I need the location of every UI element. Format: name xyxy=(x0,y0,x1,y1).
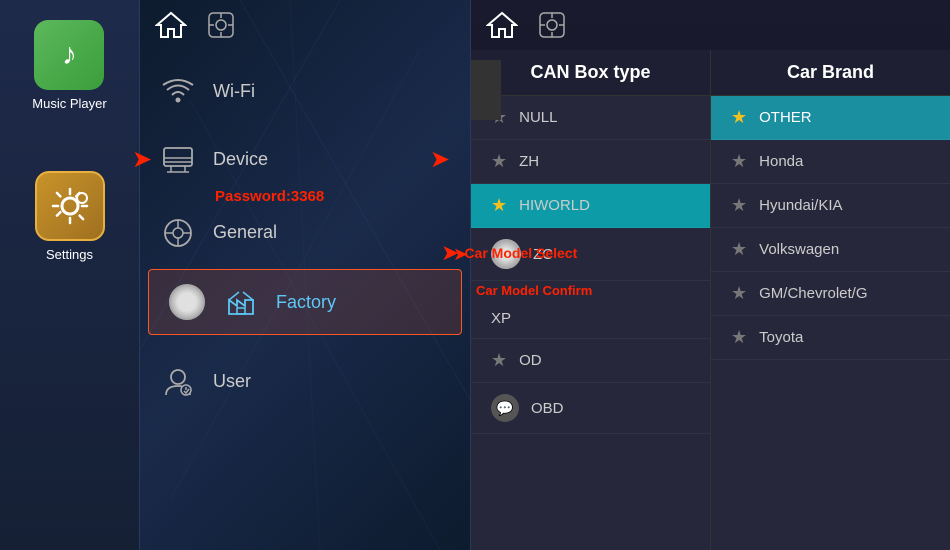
music-player-label: Music Player xyxy=(32,96,106,111)
honda-star-icon: ★ xyxy=(731,151,747,172)
can-item-xp[interactable]: XP xyxy=(471,299,710,339)
car-model-confirm-label: Car Model Confirm xyxy=(476,283,592,298)
can-item-hiworld[interactable]: ★ HIWORLD xyxy=(471,184,710,228)
od-label: OD xyxy=(519,352,542,369)
menu-item-general[interactable]: General xyxy=(140,201,470,264)
null-label: NULL xyxy=(519,109,557,126)
settings-label: Settings xyxy=(46,247,93,262)
home-icon-right[interactable] xyxy=(486,11,518,39)
wifi-label: Wi-Fi xyxy=(213,81,255,102)
music-note-icon: ♪ xyxy=(62,38,77,72)
volkswagen-star-icon: ★ xyxy=(731,239,747,260)
car-brand-item-hyundai[interactable]: ★ Hyundai/KIA xyxy=(711,184,950,228)
sidebar: ♪ Music Player Settings xyxy=(0,0,140,550)
factory-toggle[interactable] xyxy=(169,284,205,320)
can-item-od[interactable]: ★ OD xyxy=(471,339,710,383)
car-brand-item-toyota[interactable]: ★ Toyota xyxy=(711,316,950,360)
car-brand-column: Car Brand ★ OTHER ★ Honda ★ Hyundai/KIA … xyxy=(711,50,950,550)
obd-label: OBD xyxy=(531,400,564,417)
menu-item-user[interactable]: User xyxy=(140,350,470,413)
honda-label: Honda xyxy=(759,153,803,170)
center-content: Wi-Fi ➤ Device ➤ xyxy=(140,0,470,550)
center-panel: Wi-Fi ➤ Device ➤ xyxy=(140,0,470,550)
wifi-icon xyxy=(160,74,195,109)
hiworld-star-icon: ★ xyxy=(491,195,507,216)
device-label: Device xyxy=(213,149,268,170)
menu-list: Wi-Fi ➤ Device ➤ xyxy=(140,50,470,423)
sidebar-item-settings[interactable]: Settings xyxy=(35,171,105,262)
car-brand-item-honda[interactable]: ★ Honda xyxy=(711,140,950,184)
settings-small-icon-right[interactable] xyxy=(538,11,566,39)
settings-small-icon[interactable] xyxy=(207,11,235,39)
can-box-type-header: CAN Box type xyxy=(471,50,710,96)
can-box-type-column: CAN Box type ★ NULL ★ ZH ★ HIWORLD ZC ➤ … xyxy=(471,50,710,550)
device-arrow-icon: ➤ xyxy=(132,145,152,174)
side-placeholder xyxy=(471,60,501,120)
xp-label: XP xyxy=(491,310,511,327)
general-label: General xyxy=(213,222,277,243)
can-item-zh[interactable]: ★ ZH xyxy=(471,140,710,184)
password-label: Password:3368 xyxy=(215,188,324,205)
hyundai-star-icon: ★ xyxy=(731,195,747,216)
user-icon xyxy=(160,364,195,399)
right-panel-header xyxy=(471,0,950,50)
car-model-select-label: Car Model Select xyxy=(464,245,577,261)
factory-label: Factory xyxy=(276,292,336,313)
gm-label: GM/Chevrolet/G xyxy=(759,285,867,302)
other-star-icon: ★ xyxy=(731,107,747,128)
general-icon xyxy=(160,215,195,250)
car-brand-item-other[interactable]: ★ OTHER xyxy=(711,96,950,140)
home-icon[interactable] xyxy=(155,11,187,39)
car-brand-item-gm[interactable]: ★ GM/Chevrolet/G xyxy=(711,272,950,316)
settings-icon-box xyxy=(35,171,105,241)
zh-label: ZH xyxy=(519,153,539,170)
gm-star-icon: ★ xyxy=(731,283,747,304)
zh-star-icon: ★ xyxy=(491,151,507,172)
car-brand-header: Car Brand xyxy=(711,50,950,96)
menu-item-wifi[interactable]: Wi-Fi xyxy=(140,60,470,123)
user-label: User xyxy=(213,371,251,392)
od-star-icon: ★ xyxy=(491,350,507,371)
gear-icon xyxy=(49,185,91,227)
sidebar-item-music-player[interactable]: ♪ Music Player xyxy=(32,20,106,111)
hiworld-label: HIWORLD xyxy=(519,197,590,214)
obd-chat-icon: 💬 xyxy=(491,394,519,422)
volkswagen-label: Volkswagen xyxy=(759,241,839,258)
hyundai-label: Hyundai/KIA xyxy=(759,197,842,214)
toyota-star-icon: ★ xyxy=(731,327,747,348)
music-player-icon-box: ♪ xyxy=(34,20,104,90)
can-box-overlay: CAN Box type ★ NULL ★ ZH ★ HIWORLD ZC ➤ … xyxy=(471,50,950,550)
device-arrow2-icon: ➤ xyxy=(430,145,450,174)
toyota-label: Toyota xyxy=(759,329,803,346)
car-brand-item-volkswagen[interactable]: ★ Volkswagen xyxy=(711,228,950,272)
center-panel-header xyxy=(140,0,470,50)
device-icon xyxy=(160,142,195,177)
other-label: OTHER xyxy=(759,109,812,126)
car-model-select-annotation: ➤ Car Model Select xyxy=(441,240,577,266)
can-item-null[interactable]: ★ NULL xyxy=(471,96,710,140)
car-model-select-arrow: ➤ xyxy=(441,240,459,266)
factory-icon xyxy=(223,285,258,320)
right-panel: ➤ Car Model Select CAN Box type ★ NULL ★… xyxy=(471,0,950,550)
menu-item-factory[interactable]: Factory xyxy=(148,269,462,335)
can-item-obd[interactable]: 💬 OBD xyxy=(471,383,710,434)
menu-item-device[interactable]: ➤ Device ➤ xyxy=(140,128,470,191)
